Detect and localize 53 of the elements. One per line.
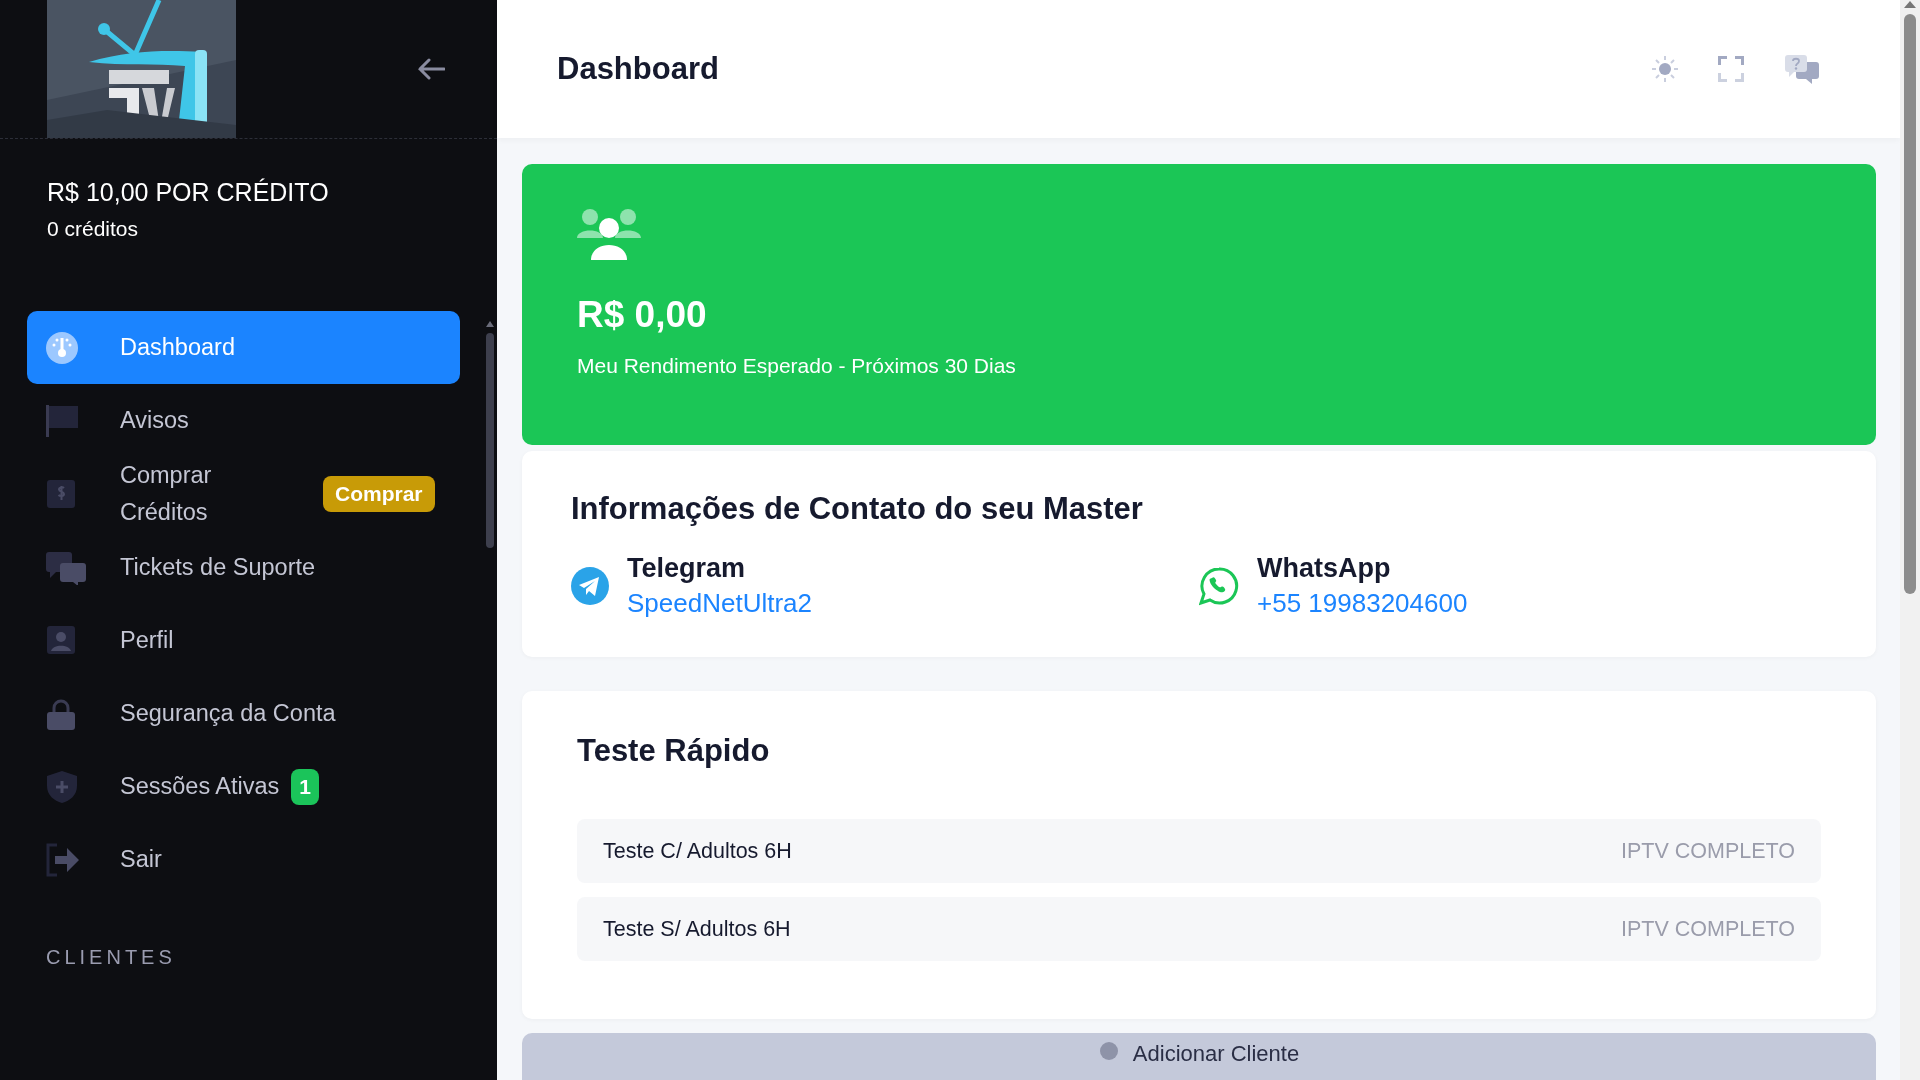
help-chat-icon (45, 550, 87, 585)
sun-icon[interactable] (1652, 56, 1678, 82)
income-amount: R$ 0,00 (577, 294, 708, 336)
nav-item[interactable]: Sair (27, 823, 460, 896)
nav-label: Perfil (120, 626, 174, 655)
nav-label: Dashboard (120, 333, 235, 362)
dashboard-gauge-icon (45, 330, 79, 365)
nav-item[interactable]: Avisos (27, 384, 460, 457)
income-caption: Meu Rendimento Esperado - Próximos 30 Dias (577, 354, 1017, 378)
card-title: Teste Rápido (577, 733, 771, 769)
add-client-button[interactable]: Adicionar Cliente (522, 1033, 1876, 1080)
nav-label: Avisos (120, 406, 189, 435)
users-icon (577, 208, 641, 260)
flag-icon (45, 403, 79, 438)
scroll-up-icon[interactable] (486, 321, 494, 327)
nav-label: Comprar Créditos (120, 461, 213, 527)
package-label: IPTV COMPLETO (1620, 916, 1795, 942)
credit-balance: 0 créditos (47, 217, 140, 241)
card-title: Informações de Contato do seu Master (571, 491, 1144, 527)
test-name: Teste C/ Adultos 6H (603, 838, 792, 864)
section-heading: CLIENTES (45, 945, 177, 969)
back-arrow-icon[interactable] (417, 58, 445, 80)
nav-label: Tickets de Suporte (120, 553, 316, 582)
help-chat-icon[interactable] (1784, 54, 1820, 84)
logout-icon (45, 842, 81, 877)
page-title: Dashboard (557, 51, 720, 87)
shield-icon (45, 769, 79, 804)
buy-badge: Comprar (323, 476, 435, 512)
package-label: IPTV COMPLETO (1620, 838, 1795, 864)
credit-price: R$ 10,00 POR CRÉDITO (47, 177, 330, 208)
nav-label: Segurança da Conta (120, 699, 336, 728)
telegram-icon (571, 567, 609, 605)
count-badge: 1 (291, 768, 320, 805)
scrollbar[interactable] (1900, 0, 1920, 1080)
whatsapp-icon (1199, 566, 1239, 606)
nav-item[interactable]: Perfil (27, 604, 460, 677)
scroll-up-icon[interactable] (1904, 0, 1916, 8)
nav-item[interactable]: Sessões Ativas 1 (27, 750, 460, 823)
contact-name: WhatsApp (1257, 553, 1392, 584)
nav-item[interactable]: Tickets de Suporte (27, 531, 460, 604)
nav-label: Sessões Ativas (120, 772, 280, 801)
nav-item[interactable]: Comprar Créditos Comprar (27, 457, 460, 531)
contact-link[interactable]: +55 19983204600 (1257, 588, 1468, 619)
nav-item[interactable]: Segurança da Conta (27, 677, 460, 750)
nav-item[interactable]: Dashboard (27, 311, 460, 384)
add-icon (1098, 1041, 1119, 1061)
nav-label: Sair (120, 845, 162, 874)
test-row[interactable]: Teste C/ Adultos 6H IPTV COMPLETO (577, 819, 1821, 883)
test-row[interactable]: Teste S/ Adultos 6H IPTV COMPLETO (577, 897, 1821, 961)
test-name: Teste S/ Adultos 6H (603, 916, 791, 942)
fullscreen-icon[interactable] (1718, 56, 1744, 82)
contact-name: Telegram (627, 553, 747, 584)
contact-link[interactable]: SpeedNetUltra2 (627, 588, 812, 619)
